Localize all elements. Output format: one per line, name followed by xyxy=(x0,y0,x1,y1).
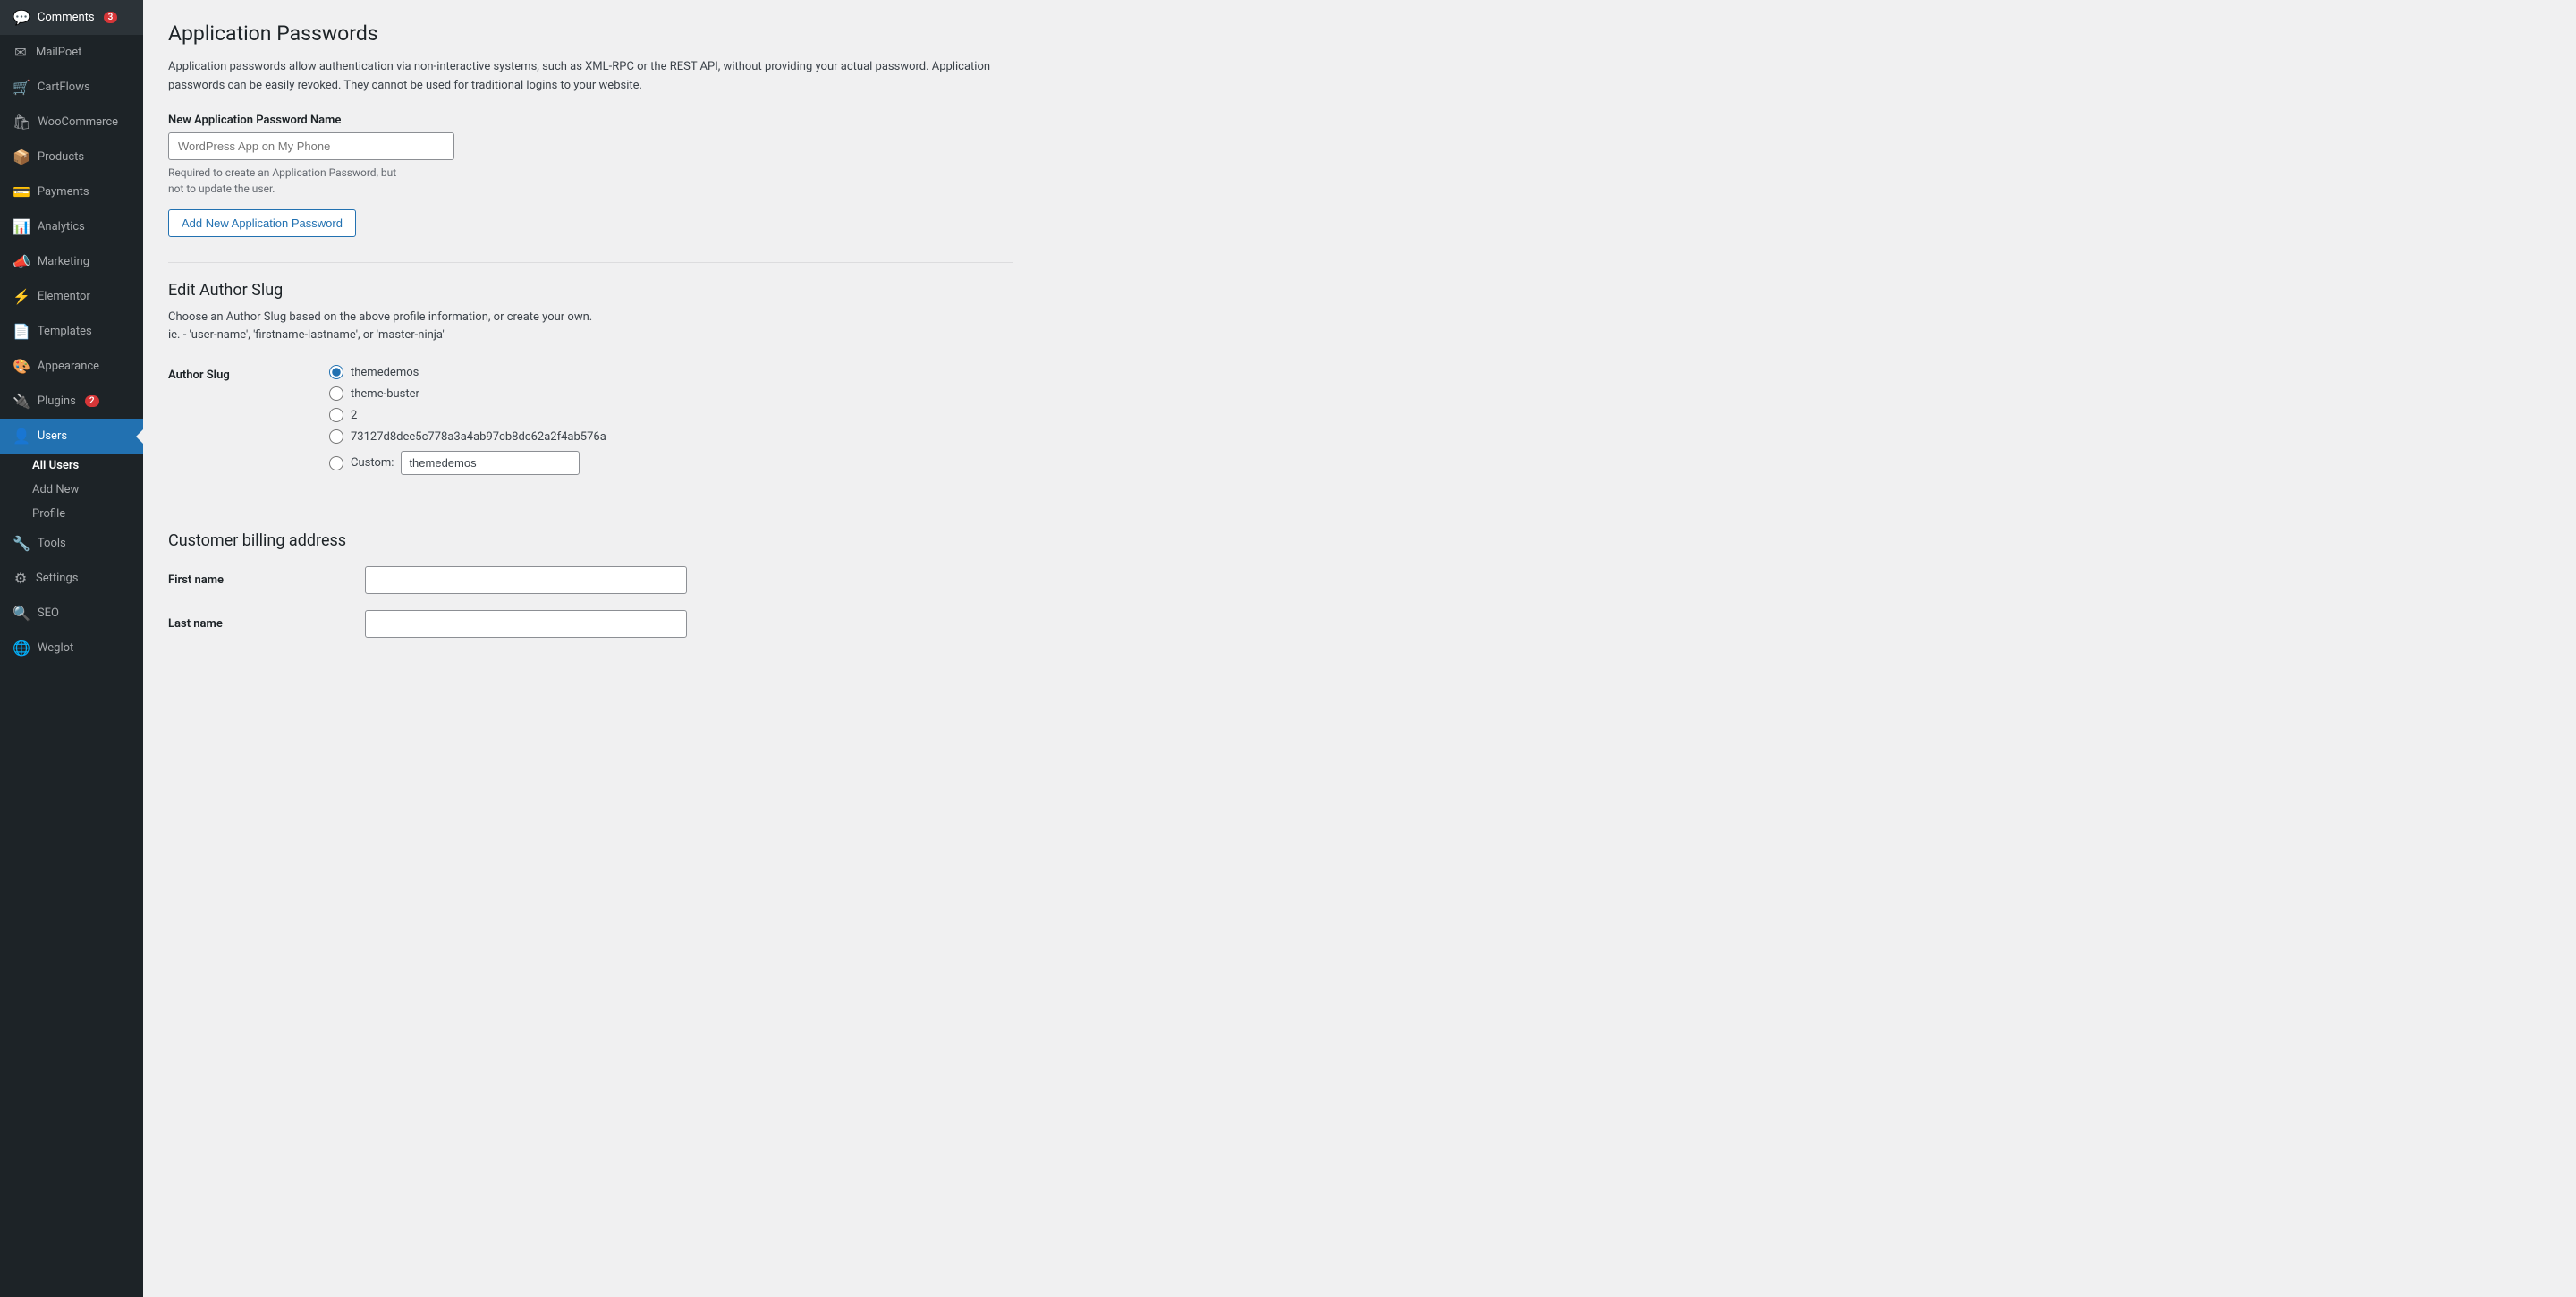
radio-slug-theme-buster[interactable] xyxy=(329,386,343,401)
payments-icon: 💳 xyxy=(13,183,30,200)
sidebar-label-payments: Payments xyxy=(38,185,89,199)
plugins-icon: 🔌 xyxy=(13,393,30,410)
comments-badge: 3 xyxy=(104,12,118,23)
analytics-icon: 📊 xyxy=(13,218,30,235)
billing-label-last-name: Last name xyxy=(168,617,365,631)
sidebar-item-templates[interactable]: 📄 Templates xyxy=(0,314,143,349)
sidebar-item-analytics[interactable]: 📊 Analytics xyxy=(0,209,143,244)
sidebar-item-elementor[interactable]: ⚡ Elementor xyxy=(0,279,143,314)
billing-field-row-last-name: Last name xyxy=(168,610,1013,638)
radio-label-slug-theme-buster[interactable]: theme-buster xyxy=(351,387,419,401)
sidebar-item-mailpoet[interactable]: ✉ MailPoet xyxy=(0,35,143,70)
billing-input-first-name[interactable] xyxy=(365,566,687,594)
sidebar-label-templates: Templates xyxy=(38,325,92,338)
radio-label-slug-custom[interactable]: Custom: xyxy=(351,456,394,470)
templates-icon: 📄 xyxy=(13,323,30,340)
sidebar-label-analytics: Analytics xyxy=(38,220,85,233)
sidebar-item-comments[interactable]: 💬 Comments 3 xyxy=(0,0,143,35)
radio-slug-2[interactable] xyxy=(329,408,343,422)
sidebar-label-weglot: Weglot xyxy=(38,641,73,655)
sidebar-label-cartflows: CartFlows xyxy=(38,81,90,94)
custom-slug-input[interactable] xyxy=(401,451,580,475)
billing-field-row-first-name: First name xyxy=(168,566,1013,594)
author-slug-options: themedemos theme-buster 2 73127d8dee5c778a3… xyxy=(329,360,1013,487)
weglot-icon: 🌐 xyxy=(13,640,30,657)
edit-slug-title: Edit Author Slug xyxy=(168,262,1013,300)
sidebar-label-marketing: Marketing xyxy=(38,255,89,268)
radio-row-73127d8dee5c: 73127d8dee5c778a3a4ab97cb8dc62a2f4ab576a xyxy=(329,429,1013,444)
sidebar-item-tools[interactable]: 🔧 Tools xyxy=(0,526,143,561)
sidebar-item-cartflows[interactable]: 🛒 CartFlows xyxy=(0,70,143,105)
sidebar-sub-profile[interactable]: Profile xyxy=(0,502,143,526)
billing-label-first-name: First name xyxy=(168,573,365,587)
sidebar-label-comments: Comments xyxy=(38,11,95,24)
radio-row-theme-buster: theme-buster xyxy=(329,386,1013,401)
new-password-label: New Application Password Name xyxy=(168,114,1013,127)
sidebar-label-tools: Tools xyxy=(38,537,66,550)
settings-icon: ⚙ xyxy=(13,570,29,587)
sidebar-label-mailpoet: MailPoet xyxy=(36,46,81,59)
new-password-input[interactable] xyxy=(168,132,454,160)
mailpoet-icon: ✉ xyxy=(13,44,29,61)
active-arrow xyxy=(136,429,143,444)
sidebar-item-plugins[interactable]: 🔌 Plugins 2 xyxy=(0,384,143,419)
new-password-hint: Required to create an Application Passwo… xyxy=(168,165,1013,197)
billing-input-last-name[interactable] xyxy=(365,610,687,638)
sidebar-sub-all-users[interactable]: All Users xyxy=(0,454,143,478)
sidebar-item-woocommerce[interactable]: 🛍 WooCommerce xyxy=(0,105,143,140)
sidebar-item-users[interactable]: 👤 Users xyxy=(0,419,143,454)
radio-label-slug-themedemos[interactable]: themedemos xyxy=(351,366,419,379)
radio-label-slug-2[interactable]: 2 xyxy=(351,409,357,422)
main-content: Application Passwords Application passwo… xyxy=(143,0,2576,1297)
radio-row-2: 2 xyxy=(329,408,1013,422)
sidebar-item-payments[interactable]: 💳 Payments xyxy=(0,174,143,209)
radio-slug-custom[interactable] xyxy=(329,456,343,470)
radio-slug-themedemos[interactable] xyxy=(329,365,343,379)
sidebar-label-products: Products xyxy=(38,150,84,164)
appearance-icon: 🎨 xyxy=(13,358,30,375)
plugins-badge: 2 xyxy=(85,395,99,407)
author-slug-label: Author Slug xyxy=(168,360,329,487)
woocommerce-icon: 🛍 xyxy=(13,114,30,131)
comments-icon: 💬 xyxy=(13,9,30,26)
app-passwords-description: Application passwords allow authenticati… xyxy=(168,58,1013,96)
billing-title: Customer billing address xyxy=(168,513,1013,550)
sidebar-item-products[interactable]: 📦 Products xyxy=(0,140,143,174)
marketing-icon: 📣 xyxy=(13,253,30,270)
sidebar-label-users: Users xyxy=(38,429,67,443)
radio-row-themedemos: themedemos xyxy=(329,365,1013,379)
cartflows-icon: 🛒 xyxy=(13,79,30,96)
elementor-icon: ⚡ xyxy=(13,288,30,305)
sidebar-label-seo: SEO xyxy=(38,606,59,620)
page-title: Application Passwords xyxy=(168,21,1013,46)
sidebar-label-plugins: Plugins xyxy=(38,394,76,408)
radio-row-custom: Custom: xyxy=(329,451,1013,475)
sidebar-label-appearance: Appearance xyxy=(38,360,99,373)
radio-slug-hash[interactable] xyxy=(329,429,343,444)
billing-fields: First name Last name xyxy=(168,566,1013,638)
sidebar-item-seo[interactable]: 🔍 SEO xyxy=(0,596,143,631)
radio-label-slug-hash[interactable]: 73127d8dee5c778a3a4ab97cb8dc62a2f4ab576a xyxy=(351,430,606,444)
seo-icon: 🔍 xyxy=(13,605,30,622)
sidebar-item-marketing[interactable]: 📣 Marketing xyxy=(0,244,143,279)
author-slug-table: Author Slug themedemos theme-buster 2 73127… xyxy=(168,360,1013,487)
sidebar-label-elementor: Elementor xyxy=(38,290,90,303)
tools-icon: 🔧 xyxy=(13,535,30,552)
sidebar-item-weglot[interactable]: 🌐 Weglot xyxy=(0,631,143,665)
users-icon: 👤 xyxy=(13,428,30,445)
sidebar-item-settings[interactable]: ⚙ Settings xyxy=(0,561,143,596)
sidebar-label-woocommerce: WooCommerce xyxy=(38,115,118,129)
sidebar-item-appearance[interactable]: 🎨 Appearance xyxy=(0,349,143,384)
sidebar-label-settings: Settings xyxy=(36,572,78,585)
sidebar: 💬 Comments 3 ✉ MailPoet 🛒 CartFlows 🛍 WooCommerc… xyxy=(0,0,143,1297)
edit-slug-description: Choose an Author Slug based on the above… xyxy=(168,309,1013,346)
sidebar-sub-add-new[interactable]: Add New xyxy=(0,478,143,502)
add-password-button[interactable]: Add New Application Password xyxy=(168,209,356,237)
products-icon: 📦 xyxy=(13,148,30,165)
